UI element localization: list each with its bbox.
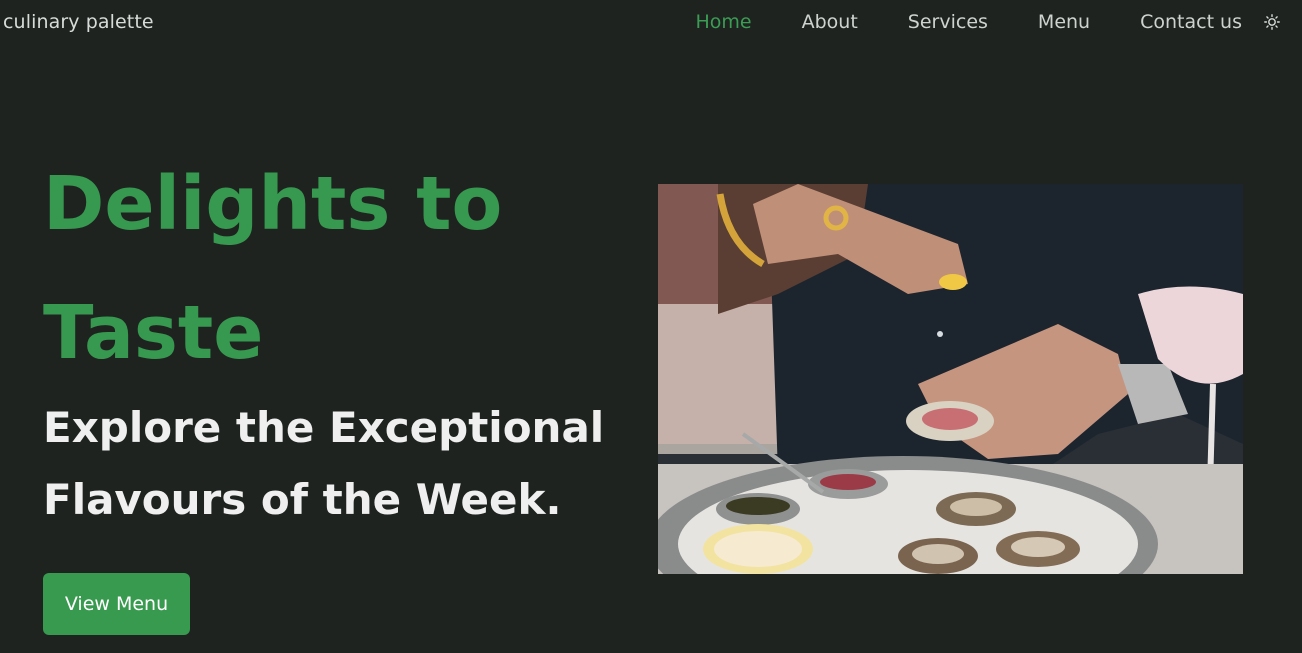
nav-services[interactable]: Services bbox=[908, 11, 988, 33]
hero-image bbox=[658, 184, 1243, 574]
hero-title-line1: Delights to bbox=[43, 161, 503, 247]
brand-logo[interactable]: culinary palette bbox=[3, 11, 154, 33]
nav-menu[interactable]: Menu bbox=[1038, 11, 1090, 33]
nav-home[interactable]: Home bbox=[696, 11, 752, 33]
view-menu-button[interactable]: View Menu bbox=[43, 573, 190, 635]
sun-icon[interactable] bbox=[1264, 14, 1280, 30]
hero-subtitle-line2: Flavours of the Week. bbox=[43, 475, 562, 524]
main-nav: Home About Services Menu Contact us bbox=[646, 11, 1243, 33]
hero-title-line2: Taste bbox=[43, 290, 264, 376]
hero-subtitle: Explore the Exceptional Flavours of the … bbox=[43, 392, 623, 536]
page: culinary palette Home About Services Men… bbox=[0, 0, 1302, 653]
nav-about[interactable]: About bbox=[802, 11, 858, 33]
hero-title: Delights to Taste bbox=[43, 140, 603, 398]
nav-contact[interactable]: Contact us bbox=[1140, 11, 1242, 33]
hero-subtitle-line1: Explore the Exceptional bbox=[43, 403, 605, 452]
